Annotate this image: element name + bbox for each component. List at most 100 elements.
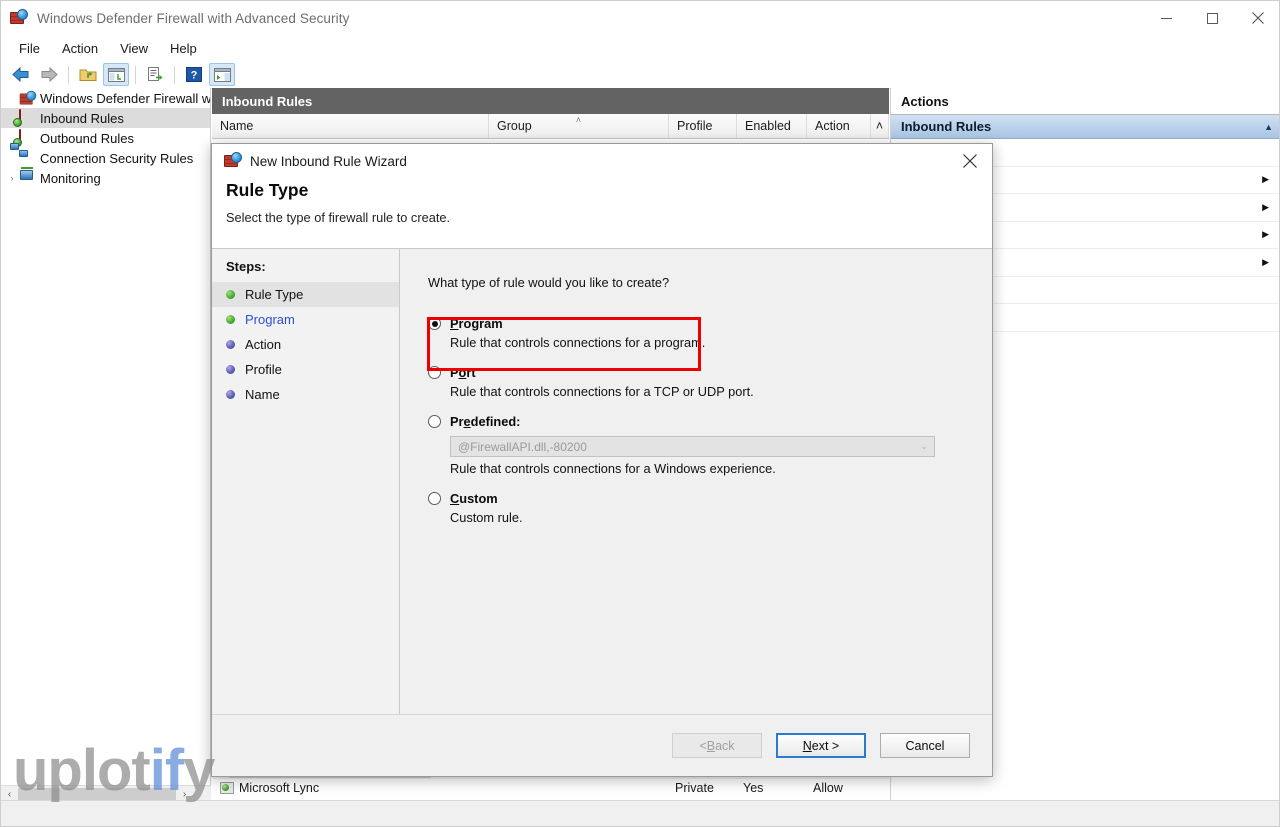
option-custom[interactable]: Custom Custom rule. — [428, 491, 992, 525]
option-custom-description: Custom rule. — [450, 510, 523, 525]
rules-column-header: Name ˄ Group Profile Enabled Action ˄ — [212, 114, 889, 139]
radio-port[interactable] — [428, 366, 441, 379]
step-label: Name — [245, 387, 280, 402]
back-icon[interactable] — [8, 63, 34, 86]
sidebar-item-label: Monitoring — [40, 170, 101, 186]
toolbar-separator-3 — [174, 65, 175, 84]
step-label: Action — [245, 337, 282, 352]
column-header-action[interactable]: Action — [807, 114, 871, 138]
toolbar: ? — [1, 61, 1279, 89]
wizard-title: New Inbound Rule Wizard — [250, 153, 407, 169]
submenu-arrow-icon: ▶ — [1262, 229, 1269, 240]
column-header-group[interactable]: ˄ Group — [489, 114, 669, 138]
menu-bar: File Action View Help — [1, 35, 1279, 62]
show-hide-tree-icon[interactable] — [103, 63, 129, 86]
inbound-rules-icon — [19, 109, 35, 126]
cancel-button[interactable]: Cancel — [880, 733, 970, 758]
toolbar-separator — [68, 65, 69, 84]
radio-custom[interactable] — [428, 492, 441, 505]
chevron-right-icon[interactable]: › — [5, 173, 19, 183]
wizard-step-rule-type[interactable]: Rule Type — [212, 282, 399, 307]
step-label: Program — [245, 312, 295, 327]
step-dot-icon — [226, 340, 235, 349]
cell-profile: Private — [675, 781, 714, 795]
title-bar: Windows Defender Firewall with Advanced … — [1, 1, 1279, 35]
firewall-icon — [224, 152, 242, 170]
wizard-title-bar: New Inbound Rule Wizard — [212, 144, 992, 178]
wizard-close-icon[interactable] — [948, 144, 992, 178]
sidebar-item-inbound-rules[interactable]: Inbound Rules — [1, 108, 210, 128]
wizard-header: Rule Type Select the type of firewall ru… — [212, 178, 992, 239]
sidebar-item-label: Connection Security Rules — [40, 150, 194, 166]
option-port[interactable]: Port Rule that controls connections for … — [428, 365, 992, 399]
minimize-button[interactable] — [1143, 1, 1189, 35]
submenu-arrow-icon: ▶ — [1262, 174, 1269, 185]
predefined-dropdown-value: @FirewallAPI.dll,-80200 — [458, 439, 587, 454]
submenu-arrow-icon: ▶ — [1262, 201, 1269, 212]
step-dot-icon — [226, 315, 235, 324]
svg-text:?: ? — [191, 70, 198, 82]
wizard-step-name[interactable]: Name — [212, 382, 399, 407]
predefined-dropdown[interactable]: @FirewallAPI.dll,-80200 ⌄ — [450, 436, 935, 457]
chevron-down-icon: ⌄ — [920, 441, 928, 451]
submenu-arrow-icon: ▶ — [1262, 256, 1269, 267]
back-button[interactable]: < Back — [672, 733, 762, 758]
export-list-icon[interactable] — [142, 63, 168, 86]
forward-icon[interactable] — [36, 63, 62, 86]
wizard-step-action[interactable]: Action — [212, 332, 399, 357]
window-title: Windows Defender Firewall with Advanced … — [37, 10, 350, 26]
radio-program[interactable] — [428, 317, 441, 330]
cell-action: Allow — [813, 781, 843, 795]
menu-view[interactable]: View — [110, 38, 158, 59]
window-controls — [1143, 1, 1279, 35]
option-custom-label: Custom — [450, 491, 498, 506]
column-header-name[interactable]: Name — [212, 114, 489, 138]
option-port-description: Rule that controls connections for a TCP… — [450, 384, 754, 399]
menu-action[interactable]: Action — [52, 38, 108, 59]
option-program[interactable]: Program Rule that controls connections f… — [428, 316, 992, 350]
up-folder-icon[interactable] — [75, 63, 101, 86]
radio-predefined[interactable] — [428, 415, 441, 428]
option-program-label: Program — [450, 316, 503, 331]
show-action-pane-icon[interactable] — [209, 63, 235, 86]
sidebar-item-label: Inbound Rules — [40, 110, 124, 126]
option-predefined[interactable]: Predefined: @FirewallAPI.dll,-80200 ⌄ Ru… — [428, 414, 992, 476]
page-title: Rule Type — [226, 180, 309, 200]
sort-ascending-icon: ˄ — [575, 115, 582, 125]
sidebar-item-label: Outbound Rules — [40, 130, 134, 146]
cell-enabled: Yes — [743, 781, 764, 795]
maximize-button[interactable] — [1189, 1, 1235, 35]
column-header-profile[interactable]: Profile — [669, 114, 737, 138]
wizard-step-program[interactable]: Program — [212, 307, 399, 332]
rule-icon — [220, 782, 234, 794]
step-dot-icon — [226, 290, 235, 299]
column-header-scroll-mark: ˄ — [871, 114, 889, 138]
actions-group-label: Inbound Rules — [901, 119, 992, 134]
firewall-console-window: Windows Defender Firewall with Advanced … — [0, 0, 1280, 827]
close-button[interactable] — [1235, 1, 1279, 35]
cell-name: Microsoft Lync — [212, 781, 489, 795]
tree-root-firewall[interactable]: Windows Defender Firewall witl — [1, 88, 210, 108]
sidebar-item-outbound-rules[interactable]: Outbound Rules — [1, 128, 210, 148]
actions-group-inbound-rules[interactable]: Inbound Rules ▲ — [891, 115, 1279, 139]
chevron-up-icon[interactable]: ▲ — [1264, 122, 1273, 132]
help-icon[interactable]: ? — [181, 63, 207, 86]
menu-file[interactable]: File — [9, 38, 50, 59]
step-label: Rule Type — [245, 287, 304, 302]
monitoring-icon — [19, 167, 35, 186]
table-row[interactable]: Microsoft Lync Private Yes Allow — [212, 778, 889, 798]
wizard-steps-panel: Steps: Rule Type Program Action Profile — [212, 249, 400, 714]
step-dot-icon — [226, 365, 235, 374]
navigation-tree-pane: Windows Defender Firewall witl Inbound R… — [1, 88, 211, 802]
sidebar-item-monitoring[interactable]: › Monitoring — [1, 167, 210, 188]
next-button[interactable]: Next > — [776, 733, 866, 758]
steps-title: Steps: — [226, 259, 266, 274]
step-dot-icon — [226, 390, 235, 399]
wizard-footer: < Back Next > Cancel — [212, 714, 992, 776]
column-header-enabled[interactable]: Enabled — [737, 114, 807, 138]
wizard-step-profile[interactable]: Profile — [212, 357, 399, 382]
menu-help[interactable]: Help — [160, 38, 207, 59]
wizard-main: Steps: Rule Type Program Action Profile — [212, 248, 992, 714]
option-predefined-label: Predefined: — [450, 414, 521, 429]
outbound-rules-icon — [19, 129, 35, 146]
